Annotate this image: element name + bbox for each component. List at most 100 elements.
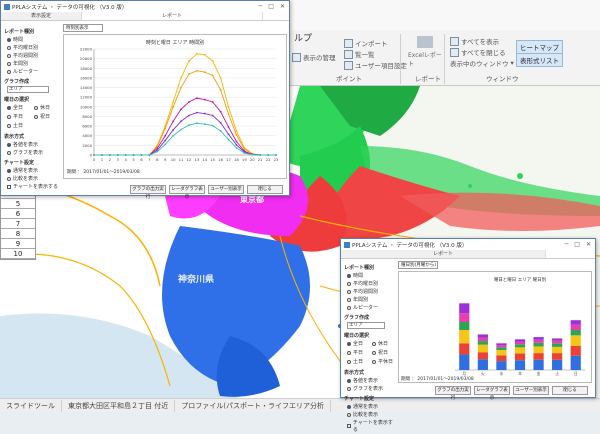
report-option-year[interactable]: 年間別 — [347, 296, 396, 303]
maximize-icon[interactable]: □ — [268, 3, 274, 10]
week-option[interactable]: 祝日 — [372, 349, 394, 356]
chart-type-select[interactable]: 曜日別(月曜から) — [398, 261, 438, 269]
minimize-icon[interactable]: ─ — [259, 3, 263, 10]
chart-redraw-checkbox[interactable]: チャートを表示する — [347, 419, 396, 433]
hide-all-button[interactable]: すべてを閉じる — [450, 47, 506, 57]
week-option[interactable]: 休日 — [34, 104, 58, 111]
report-option-year[interactable]: 年間別 — [7, 60, 60, 67]
data-point — [219, 121, 222, 124]
report-option-repeater[interactable]: ルピーター — [7, 68, 60, 75]
group-select[interactable]: エリア — [7, 86, 49, 93]
bar-segment — [533, 342, 544, 347]
group-label: グラフ作成 — [4, 79, 30, 85]
user-button[interactable]: ユーザー別表示 — [513, 386, 549, 395]
close-button[interactable]: 閉じる — [552, 386, 588, 395]
radar-button[interactable]: レーダグラフ表示 — [169, 185, 205, 200]
report-type-label: レポート種別 — [344, 265, 375, 271]
bar-segment — [496, 361, 507, 370]
tab-report[interactable]: レポート — [341, 250, 547, 258]
app-icon — [344, 241, 350, 248]
week-option[interactable]: 土日 — [347, 358, 369, 365]
week-label: 曜日の選択 — [4, 97, 30, 103]
report-option-time[interactable]: 時間 — [7, 36, 60, 43]
minimize-icon[interactable]: ─ — [565, 241, 569, 248]
x-tick-label: 7 — [148, 157, 151, 162]
close-button[interactable]: 閉じる — [247, 185, 283, 194]
report-option-weekday[interactable]: 平均曜日別 — [7, 44, 60, 51]
bar-chart: 曜日と曜日 エリア 曜日別月火水木金土日 — [455, 276, 585, 376]
tab-report[interactable]: レポート — [82, 12, 264, 20]
bar-segment — [496, 345, 507, 348]
data-point — [164, 134, 167, 137]
output-button[interactable]: グラフの出力実行 — [435, 386, 471, 401]
chart-redraw-checkbox[interactable]: チャートを表示する — [7, 183, 60, 190]
close-icon[interactable]: ✕ — [586, 241, 591, 248]
radar-button[interactable]: レーダグラフ表示 — [474, 386, 510, 401]
display-option[interactable]: 各値を表示 — [7, 141, 60, 148]
x-tick-label: 8 — [156, 157, 159, 162]
week-option[interactable]: 全日 — [347, 340, 369, 347]
x-tick-label: 1 — [101, 157, 104, 162]
data-point — [219, 130, 222, 132]
tab-display-settings[interactable]: 表示設定 — [1, 12, 83, 20]
data-point — [227, 126, 230, 128]
import-button[interactable]: インポート — [344, 38, 388, 48]
data-point — [172, 134, 175, 137]
display-option[interactable]: グラフを表示 — [347, 385, 396, 392]
heatmap-button[interactable]: ヒートマップ — [516, 40, 563, 54]
week-option[interactable]: 全日 — [7, 104, 31, 111]
x-tick-label: 16 — [218, 157, 223, 162]
chart-option[interactable]: 通常を表示 — [7, 167, 60, 174]
report-option-weekday[interactable]: 平均曜日別 — [347, 280, 396, 287]
tab-help[interactable]: ルプ — [294, 31, 312, 44]
chart-option[interactable]: 通常を表示 — [347, 403, 396, 410]
week-options: 全日 休日 平日 祝日 土日 — [4, 103, 60, 130]
maximize-icon[interactable]: □ — [574, 241, 580, 248]
app-ribbon: ルプ インポート 覧一覧 ユーザー項目設定 表示の管理 Excelレポート すべ… — [290, 0, 600, 86]
display-option[interactable]: 各値を表示 — [347, 377, 396, 384]
data-point — [164, 139, 167, 142]
group-label: グラフ作成 — [344, 315, 370, 321]
dialog-tabs: 表示設定 レポート — [1, 12, 289, 21]
user-settings-button[interactable]: ユーザー項目設定 — [344, 60, 407, 70]
user-button[interactable]: ユーザー別表示 — [208, 185, 244, 194]
data-point — [235, 130, 238, 132]
chart-type-select[interactable]: 時刻別表示 — [63, 24, 103, 32]
data-point — [275, 154, 277, 156]
chart-option[interactable]: 比較を表示 — [7, 175, 60, 182]
group-select[interactable]: エリア — [347, 322, 385, 329]
data-point — [211, 74, 214, 77]
report-option-week[interactable]: 平均週間別 — [7, 52, 60, 59]
bar-segment — [533, 339, 544, 343]
excel-report-button[interactable]: Excelレポート — [408, 36, 442, 68]
x-tick-label: 金 — [537, 371, 541, 376]
series-line — [94, 112, 276, 156]
dialog-titlebar: PPLAシステム ・ データの可視化 （V3.0 版） ─ □ ✕ — [341, 239, 595, 250]
output-button[interactable]: グラフの出力実行 — [130, 185, 166, 200]
show-all-button[interactable]: すべてを表示 — [450, 36, 499, 46]
display-label: 表示方式 — [4, 134, 25, 140]
report-option-repeater[interactable]: ルピーター — [347, 304, 396, 311]
display-manage-button[interactable]: 表示の管理 — [292, 52, 336, 62]
week-option[interactable]: 土日 — [7, 122, 31, 129]
report-option-week[interactable]: 平均週間別 — [347, 288, 396, 295]
table-list-button[interactable]: 表形式リスト — [516, 53, 563, 67]
week-option[interactable]: 平休日 — [372, 358, 394, 365]
bar-segment — [459, 303, 470, 314]
week-option[interactable]: 平日 — [347, 349, 369, 356]
x-tick-label: 21 — [258, 157, 263, 162]
line-chart: 時刻と曜日 エリア 時間別020004000600080001000012000… — [80, 39, 279, 162]
week-option[interactable]: 平日 — [7, 113, 31, 120]
close-icon[interactable]: ✕ — [280, 3, 285, 10]
display-window-dropdown[interactable]: 表示中のウィンドウ ▾ — [450, 58, 514, 68]
week-option[interactable]: 祝日 — [34, 113, 58, 120]
x-tick-label: 23 — [274, 157, 279, 162]
chart-option[interactable]: 比較を表示 — [347, 411, 396, 418]
report-option-time[interactable]: 時間 — [347, 272, 396, 279]
data-point — [172, 105, 175, 108]
bar-segment — [570, 324, 581, 330]
display-option[interactable]: グラフを表示 — [7, 149, 60, 156]
data-point — [203, 71, 206, 74]
week-option[interactable]: 休日 — [372, 340, 394, 347]
list-button[interactable]: 覧一覧 — [344, 49, 375, 59]
